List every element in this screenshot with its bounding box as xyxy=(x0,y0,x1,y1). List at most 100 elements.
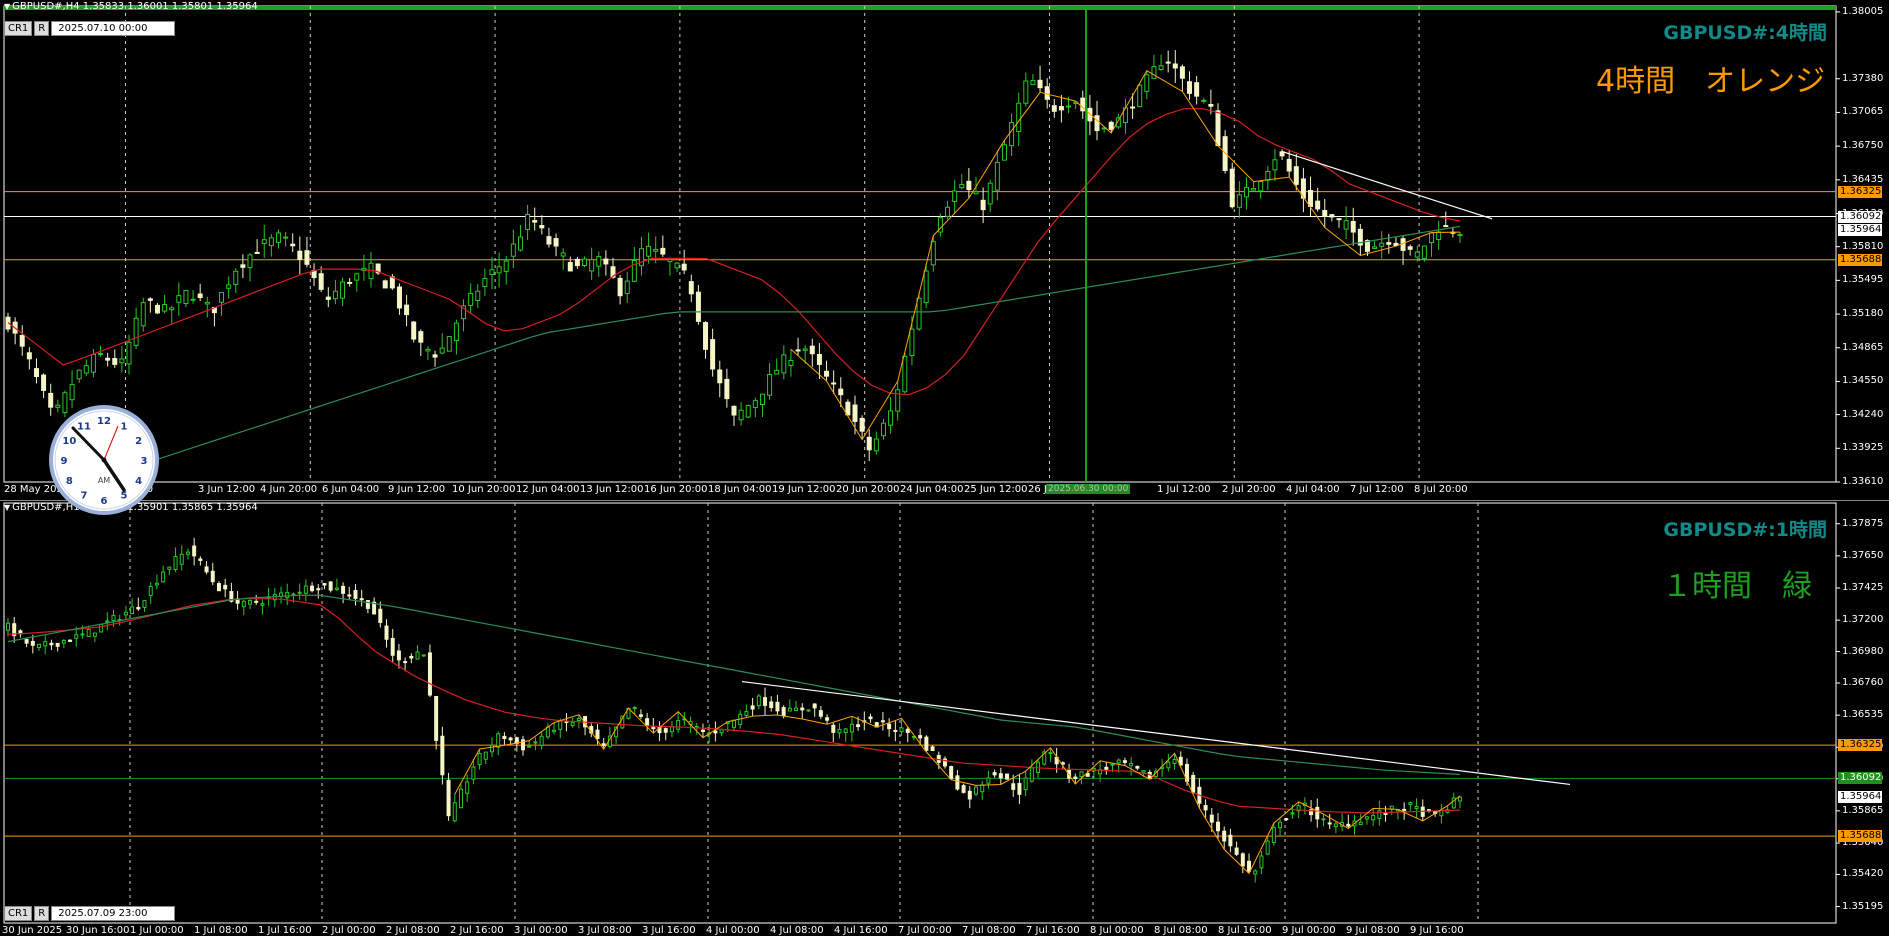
h4-candle xyxy=(703,322,709,350)
h4-candle xyxy=(1137,84,1143,108)
h4-time-tick-label: 4 Jul 04:00 xyxy=(1286,484,1340,495)
h1-candle xyxy=(1166,761,1171,769)
h1-candle xyxy=(297,591,302,594)
collapse-triangle-icon[interactable]: ▼ xyxy=(4,2,10,11)
h4-time-box[interactable]: 2025.07.10 00:00 xyxy=(51,21,176,36)
h1-candle xyxy=(1240,853,1245,867)
h1-candle xyxy=(1315,806,1320,820)
h1-ma-red xyxy=(7,598,1461,814)
h4-candle xyxy=(98,352,104,355)
h1-candle xyxy=(80,633,85,636)
h4-cr-button[interactable]: CR1 xyxy=(4,21,33,36)
h1-time-tick-label: 3 Jul 08:00 xyxy=(578,925,632,936)
h4-candle xyxy=(567,262,573,272)
h1-candle xyxy=(676,720,681,730)
h1-candle xyxy=(831,724,836,733)
h4-price-tick-label: 1.35495 xyxy=(1842,274,1884,286)
h4-candle xyxy=(503,260,509,272)
h1-candle xyxy=(415,651,420,660)
h1-candle xyxy=(365,600,370,609)
h4-candle xyxy=(1343,220,1349,230)
h4-candle xyxy=(33,368,39,377)
h4-r-button[interactable]: R xyxy=(34,21,50,36)
h4-candle xyxy=(318,273,324,290)
h4-price-tick-label: 1.36750 xyxy=(1842,140,1884,152)
h1-plot[interactable] xyxy=(0,501,1889,936)
h4-candle xyxy=(517,236,523,251)
h4-candle xyxy=(759,393,765,406)
h1-time-tick-label: 2 Jul 16:00 xyxy=(450,925,504,936)
h1-candle xyxy=(223,584,228,590)
h1-candle xyxy=(452,802,457,822)
h1-r-button[interactable]: R xyxy=(34,906,50,921)
h1-candle xyxy=(1104,766,1109,770)
h1-candle xyxy=(446,779,451,817)
h1-candle xyxy=(216,583,221,592)
h1-candle xyxy=(1048,752,1053,755)
h4-candle xyxy=(1350,221,1356,233)
h1-candle xyxy=(949,766,954,780)
h4-chart-pane[interactable]: ▼ GBPUSD#,H4 1.35833 1.36001 1.35801 1.35… xyxy=(0,0,1889,500)
h4-candle xyxy=(873,438,879,452)
h4-candle xyxy=(404,304,410,316)
h4-candle xyxy=(297,250,303,260)
h4-candle xyxy=(866,436,872,451)
h4-candle xyxy=(795,349,801,352)
h4-candle xyxy=(1315,200,1321,210)
h4-candle xyxy=(1322,210,1328,217)
h1-candle xyxy=(37,643,42,648)
h1-time-box[interactable]: 2025.07.09 23:00 xyxy=(51,906,176,921)
h1-candle xyxy=(185,551,190,555)
h4-candle xyxy=(226,284,232,289)
collapse-triangle-icon[interactable]: ▼ xyxy=(4,503,10,512)
h1-candle xyxy=(1122,760,1127,763)
h1-candle xyxy=(99,623,104,633)
h4-candle xyxy=(1258,180,1264,192)
h4-top-bar xyxy=(4,6,1836,10)
h4-candle xyxy=(240,264,246,268)
h1-candle xyxy=(719,729,724,734)
h1-candle xyxy=(30,640,35,646)
h1-candle xyxy=(595,729,600,740)
analog-clock[interactable]: 12 1 2 3 4 5 6 7 8 9 10 11 AM xyxy=(48,404,160,516)
h1-zigzag xyxy=(454,707,1461,875)
h4-candle xyxy=(1400,238,1406,251)
h4-candle xyxy=(824,370,830,377)
h1-candle xyxy=(775,701,780,712)
h4-candle xyxy=(1443,225,1449,228)
h4-candle xyxy=(859,417,865,432)
clock-number: 8 xyxy=(66,476,73,487)
h1-chart-pane[interactable]: ▼ GBPUSD#,H1 1.35864 1.35901 1.35865 1.35… xyxy=(0,501,1889,936)
h1-candle xyxy=(61,640,66,644)
h1-cr-button[interactable]: CR1 xyxy=(4,906,33,921)
h1-candle xyxy=(502,735,507,740)
clock-ampm: AM xyxy=(98,476,110,485)
h4-candle xyxy=(332,290,338,300)
h1-time-tick-label: 2 Jul 08:00 xyxy=(386,925,440,936)
h1-candle xyxy=(49,642,54,646)
h4-candle xyxy=(304,250,310,265)
h1-candle xyxy=(1191,774,1196,793)
h4-ma-red xyxy=(7,108,1461,396)
h1-candle xyxy=(1358,821,1363,826)
h1-candle xyxy=(74,634,79,639)
h1-candle xyxy=(409,655,414,659)
h1-candle xyxy=(1364,816,1369,820)
h1-price-tick-label: 1.37650 xyxy=(1842,549,1884,561)
h4-candle xyxy=(1130,106,1136,109)
h4-price-tick-label: 1.36435 xyxy=(1842,173,1884,185)
h4-candle xyxy=(382,280,388,289)
h1-candle xyxy=(787,707,792,712)
h1-time-tick-label: 8 Jul 16:00 xyxy=(1218,925,1272,936)
h1-price-tag: 1.35688 xyxy=(1838,830,1882,843)
h1-candle xyxy=(403,661,408,664)
h4-price-tick-label: 1.35810 xyxy=(1842,240,1884,252)
h4-candle xyxy=(1187,81,1193,94)
h1-candle xyxy=(539,735,544,746)
h1-candle xyxy=(1327,822,1332,825)
h1-candle xyxy=(1284,818,1289,821)
h1-candle xyxy=(899,727,904,733)
h1-candle xyxy=(496,733,501,748)
h1-candle xyxy=(303,585,308,594)
h4-big-title: 4時間 オレンジ xyxy=(1596,64,1826,99)
